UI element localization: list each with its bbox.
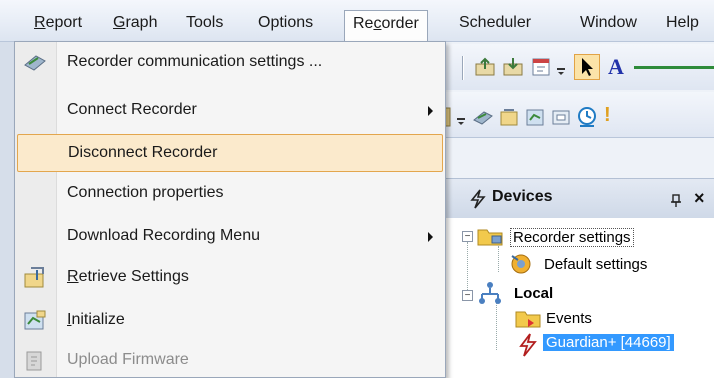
menu-bar: Report Graph Tools Options Recorder Sche… xyxy=(0,0,714,42)
tree-connector xyxy=(498,246,499,272)
network-icon xyxy=(479,282,501,304)
menu-item-label: Initialize xyxy=(67,311,125,328)
menu-item-label: Recorder communication settings ... xyxy=(67,53,323,70)
close-panel-icon[interactable]: × xyxy=(694,188,705,209)
tree-item-local[interactable]: Local xyxy=(514,285,553,302)
menu-graph[interactable]: Graph xyxy=(113,10,157,36)
import-icon[interactable] xyxy=(502,56,524,78)
submenu-arrow-icon xyxy=(428,232,433,242)
initialize-icon xyxy=(24,310,46,330)
text-tool-icon[interactable]: A xyxy=(608,54,624,80)
menu-options[interactable]: Options xyxy=(258,10,313,36)
dropdown-arrow-icon[interactable] xyxy=(556,62,566,76)
menu-item-label: Upload Firmware xyxy=(67,351,189,368)
recorder-dropdown-menu: Recorder communication settings ... Conn… xyxy=(14,41,446,378)
menu-recorder[interactable]: Recorder xyxy=(344,10,428,42)
memory-icon[interactable] xyxy=(550,106,572,128)
menu-window[interactable]: Window xyxy=(580,10,637,36)
menu-item-label: Connect Recorder xyxy=(67,101,197,118)
menu-tools[interactable]: Tools xyxy=(186,10,223,36)
export-icon[interactable] xyxy=(474,56,496,78)
recorder-settings-icon[interactable] xyxy=(472,106,494,128)
menu-item-upload-firmware[interactable]: Upload Firmware xyxy=(17,342,443,378)
initialize-icon[interactable] xyxy=(524,106,546,128)
clock-icon[interactable] xyxy=(576,106,598,128)
default-settings-icon xyxy=(511,254,531,274)
pin-icon[interactable] xyxy=(670,194,682,208)
menu-item-connect-recorder[interactable]: Connect Recorder xyxy=(17,92,443,130)
menu-item-retrieve-settings[interactable]: Retrieve Settings xyxy=(17,259,443,297)
folder-settings-icon xyxy=(477,229,503,246)
tree-collapse-toggle[interactable]: − xyxy=(462,231,473,242)
schedule-icon[interactable] xyxy=(530,56,552,78)
menu-item-label: Retrieve Settings xyxy=(67,268,189,285)
devices-icon xyxy=(470,189,486,209)
tree-item-guardian-selected[interactable]: Guardian+ [44669] xyxy=(543,334,674,351)
tree-item-events[interactable]: Events xyxy=(546,310,592,327)
menu-item-recorder-communication-settings[interactable]: Recorder communication settings ... xyxy=(17,44,443,82)
upload-firmware-icon xyxy=(26,351,42,371)
toolbar-top: A xyxy=(440,44,714,90)
retrieve-settings-icon xyxy=(24,267,44,288)
menu-scheduler[interactable]: Scheduler xyxy=(459,10,531,36)
menu-item-connection-properties[interactable]: Connection properties xyxy=(17,175,443,213)
folder-icon xyxy=(515,311,541,328)
line-tool-icon[interactable] xyxy=(634,66,714,69)
tree-connector xyxy=(496,302,497,350)
menu-item-label: Connection properties xyxy=(67,184,224,201)
recorder-settings-icon xyxy=(24,55,46,71)
submenu-arrow-icon xyxy=(428,106,433,116)
alert-icon[interactable]: ! xyxy=(604,104,611,127)
menu-report[interactable]: Report xyxy=(34,10,82,36)
devices-panel-title: Devices xyxy=(492,188,553,205)
dropdown-arrow-icon[interactable] xyxy=(456,112,466,126)
retrieve-icon[interactable] xyxy=(498,106,520,128)
tree-connector xyxy=(467,242,468,292)
tree-item-default-settings[interactable]: Default settings xyxy=(544,256,647,273)
toolbar-separator xyxy=(462,56,464,80)
pointer-icon[interactable] xyxy=(574,54,600,80)
menu-item-download-recording-menu[interactable]: Download Recording Menu xyxy=(17,218,443,256)
menu-item-label: Disconnect Recorder xyxy=(68,144,218,161)
menu-help[interactable]: Help xyxy=(666,10,699,36)
toolbar-second: ! xyxy=(440,92,714,138)
menu-item-label: Download Recording Menu xyxy=(67,227,260,244)
tree-item-recorder-settings[interactable]: Recorder settings xyxy=(510,228,634,247)
menu-item-disconnect-recorder[interactable]: Disconnect Recorder xyxy=(17,134,443,172)
device-icon xyxy=(519,333,537,357)
tree-collapse-toggle[interactable]: − xyxy=(462,290,473,301)
menu-item-initialize[interactable]: Initialize xyxy=(17,302,443,340)
